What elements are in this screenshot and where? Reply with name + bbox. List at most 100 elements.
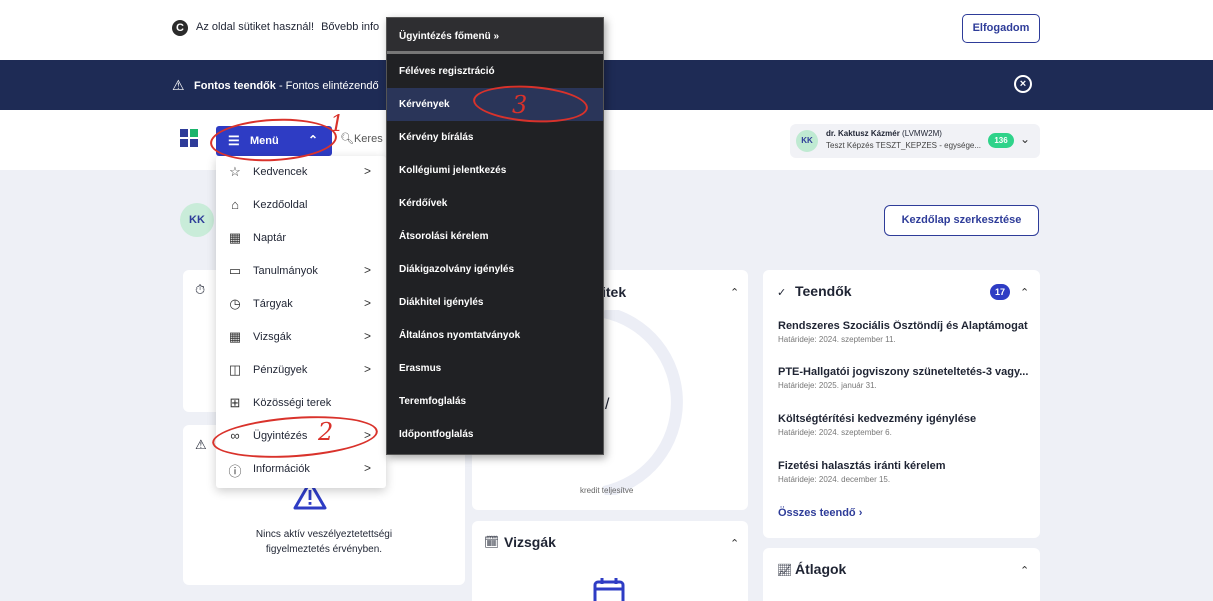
submenu-item-label: Diákhitel igénylés xyxy=(399,297,484,308)
todo-deadline: Határideje: 2024. december 15. xyxy=(778,475,891,484)
credits-title: itek xyxy=(602,284,627,300)
clock-icon: ⏱ xyxy=(195,282,206,297)
submenu-item-kerveny-biralas[interactable]: Kérvény bírálás xyxy=(387,121,603,154)
credit-caption: kredit teljesítve xyxy=(580,486,634,495)
credit-gauge xyxy=(602,310,683,495)
submenu-item-label: Kérvény bírálás xyxy=(399,132,474,143)
alert-title: Fontos teendők xyxy=(194,80,276,92)
close-icon[interactable]: × xyxy=(1014,75,1032,93)
todos-count-badge: 17 xyxy=(990,284,1010,300)
todo-item[interactable]: PTE-Hallgatói jogviszony szüneteltetés-3… xyxy=(778,366,1028,390)
menu-item-label: Pénzügyek xyxy=(253,364,308,376)
chevron-up-icon[interactable]: ⌃ xyxy=(1020,564,1029,577)
exams-card: 🗓︎ Vizsgák ⌃ xyxy=(472,521,748,601)
ugyintezes-submenu: Ügyintézés főmenü » Féléves regisztráció… xyxy=(386,17,604,455)
menu-item-targyak[interactable]: ◷ Tárgyak > xyxy=(216,288,386,321)
avatar: KK xyxy=(180,203,214,237)
averages-title: Átlagok xyxy=(795,561,847,577)
todo-title: Fizetési halasztás iránti kérelem xyxy=(778,460,946,472)
menu-item-label: Közösségi terek xyxy=(253,397,332,409)
chevron-right-icon: > xyxy=(364,362,372,376)
calendar-icon: 🗓︎ xyxy=(484,535,500,549)
submenu-item-diakigazolvany[interactable]: Diákigazolvány igénylés xyxy=(387,253,603,286)
todos-title: Teendők xyxy=(795,283,852,299)
menu-item-tanulmanyok[interactable]: ▭ Tanulmányok > xyxy=(216,255,386,288)
chevron-right-icon: > xyxy=(364,296,372,310)
clock-icon: ◷ xyxy=(229,296,241,311)
warning-icon: ⚠ xyxy=(172,77,185,93)
user-name-text: dr. Kaktusz Kázmér xyxy=(826,129,900,138)
todo-deadline: Határideje: 2025. január 31. xyxy=(778,381,877,390)
alert-message: - Fontos elintézendő xyxy=(278,80,379,92)
wallet-icon: ◫ xyxy=(228,362,242,377)
submenu-item-label: Kérdőívek xyxy=(399,198,448,209)
search-input[interactable]: 🔍︎Keres xyxy=(340,132,383,145)
search-placeholder: Keres xyxy=(353,133,383,145)
user-name: dr. Kaktusz Kázmér (LVMW2M) xyxy=(826,129,942,138)
submenu-item-atsorolasi-kerelem[interactable]: Átsorolási kérelem xyxy=(387,220,603,253)
all-todos-label: Összes teendő xyxy=(778,507,856,519)
submenu-item-feleves-regisztracio[interactable]: Féléves regisztráció xyxy=(387,55,603,88)
todo-item[interactable]: Fizetési halasztás iránti kérelem Határi… xyxy=(778,460,1028,484)
submenu-item-diakhitel[interactable]: Diákhitel igénylés xyxy=(387,286,603,319)
menu-item-label: Információk xyxy=(253,463,310,475)
monitor-icon: ▭ xyxy=(228,263,242,278)
menu-item-label: Tanulmányok xyxy=(253,265,318,277)
todo-item[interactable]: Költségtérítési kedvezmény igénylése Hat… xyxy=(778,413,1028,437)
cookie-info-link[interactable]: Bővebb info xyxy=(321,21,379,33)
home-icon: ⌂ xyxy=(231,197,239,212)
todo-item[interactable]: Rendszeres Szociális Ösztöndíj és Alaptá… xyxy=(778,320,1028,344)
calendar-icon: ▦ xyxy=(228,329,242,344)
submenu-item-label: Kollégiumi jelentkezés xyxy=(399,165,507,176)
cookie-message: Az oldal sütiket használ! xyxy=(196,21,315,33)
accept-cookies-button[interactable]: Elfogadom xyxy=(962,14,1040,43)
exams-title: Vizsgák xyxy=(504,534,556,550)
todo-title: Rendszeres Szociális Ösztöndíj és Alaptá… xyxy=(778,320,1028,332)
chevron-right-icon: > xyxy=(364,164,372,178)
todo-title: Költségtérítési kedvezmény igénylése xyxy=(778,413,977,425)
cookie-icon: C xyxy=(172,20,188,36)
submenu-item-idopontfoglalas[interactable]: Időpontfoglalás xyxy=(387,418,603,451)
submenu-header[interactable]: Ügyintézés főmenü » xyxy=(387,18,603,54)
calendar-icon xyxy=(593,578,625,601)
menu-item-penzugyek[interactable]: ◫ Pénzügyek > xyxy=(216,354,386,387)
menu-item-kezdooldal[interactable]: ⌂ Kezdőoldal xyxy=(216,189,386,222)
avatar: KK xyxy=(796,130,818,152)
todos-card: ✓ Teendők 17 ⌃ Rendszeres Szociális Öszt… xyxy=(763,270,1040,538)
annotation-number: 1 xyxy=(330,112,344,137)
menu-item-label: Kezdőoldal xyxy=(253,199,308,211)
submenu-item-kerdoivek[interactable]: Kérdőívek xyxy=(387,187,603,220)
menu-item-informaciok[interactable]: ⓘ Információk > xyxy=(216,453,386,486)
menu-item-kedvencek[interactable]: ☆ Kedvencek > xyxy=(216,156,386,189)
submenu-item-label: Féléves regisztráció xyxy=(399,66,495,77)
submenu-item-label: Erasmus xyxy=(399,363,442,374)
menu-item-vizsgak[interactable]: ▦ Vizsgák > xyxy=(216,321,386,354)
chevron-up-icon[interactable]: ⌃ xyxy=(730,286,739,299)
edit-homepage-button[interactable]: Kezdőlap szerkesztése xyxy=(884,205,1039,236)
info-icon: ⓘ xyxy=(228,464,242,479)
alert-bar: ⚠ Fontos teendők - Fontos elintézendő × xyxy=(0,60,1213,110)
submenu-item-label: Időpontfoglalás xyxy=(399,429,474,440)
menu-item-naptar[interactable]: ▦ Naptár xyxy=(216,222,386,255)
submenu-item-erasmus[interactable]: Erasmus xyxy=(387,352,603,385)
submenu-item-altalanos-nyomtatvanyok[interactable]: Általános nyomtatványok xyxy=(387,319,603,352)
todo-deadline: Határideje: 2024. szeptember 11. xyxy=(778,335,896,344)
logo-icon[interactable] xyxy=(180,129,200,149)
submenu-item-kollegiumi-jelentkezes[interactable]: Kollégiumi jelentkezés xyxy=(387,154,603,187)
chevron-up-icon[interactable]: ⌃ xyxy=(1020,286,1029,299)
credit-slash: / xyxy=(605,396,610,413)
submenu-item-label: Teremfoglalás xyxy=(399,396,467,407)
submenu-item-teremfoglalas[interactable]: Teremfoglalás xyxy=(387,385,603,418)
menu-item-label: Kedvencek xyxy=(253,166,308,178)
todo-deadline: Határideje: 2024. szeptember 6. xyxy=(778,428,892,437)
all-todos-link[interactable]: Összes teendő › xyxy=(778,507,862,519)
submenu-item-label: Átsorolási kérelem xyxy=(399,231,489,242)
menu-item-kozossegi-terek[interactable]: ⊞ Közösségi terek xyxy=(216,387,386,420)
star-icon: ☆ xyxy=(229,164,241,179)
checkmark-icon: ✓ xyxy=(777,287,787,299)
submenu-header-label: Ügyintézés főmenü » xyxy=(399,31,500,42)
chevron-up-icon[interactable]: ⌃ xyxy=(730,537,739,550)
user-menu[interactable]: KK dr. Kaktusz Kázmér (LVMW2M) Teszt Kép… xyxy=(790,124,1040,158)
chevron-right-icon: > xyxy=(364,329,372,343)
chevron-right-icon: > xyxy=(364,461,372,475)
